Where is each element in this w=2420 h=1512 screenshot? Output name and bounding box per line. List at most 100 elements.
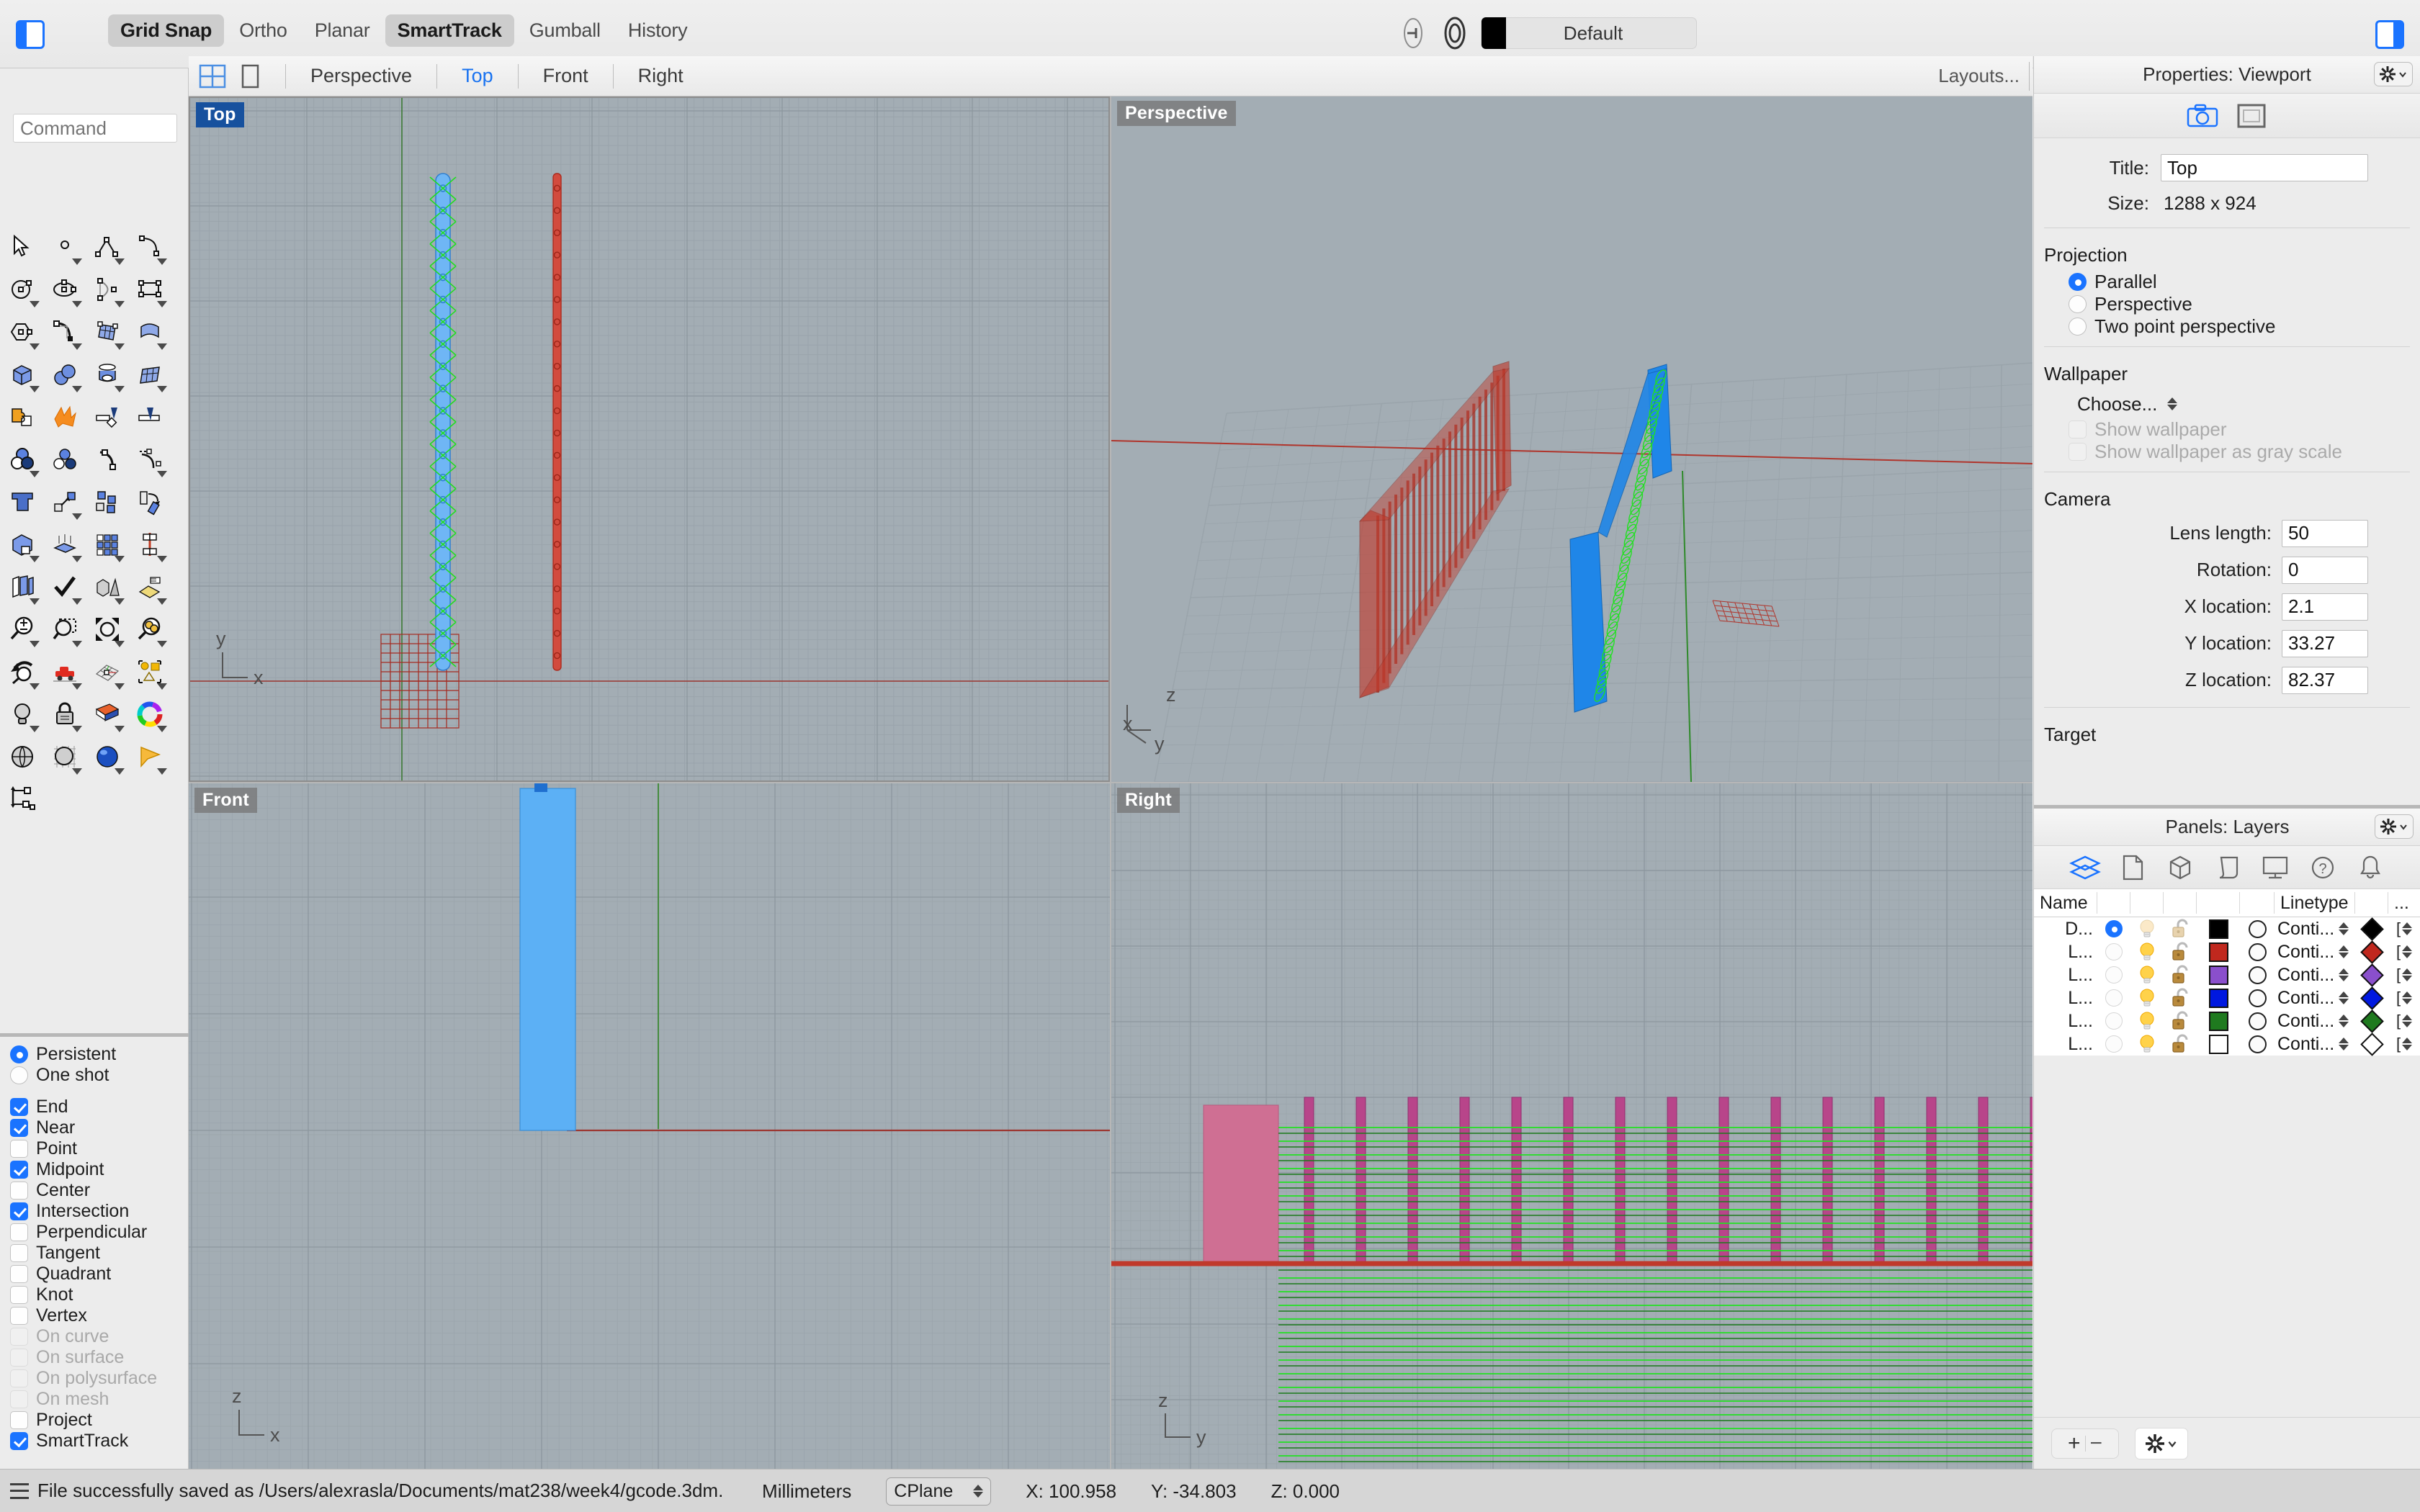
- viewport-tab-perspective[interactable]: Perspective: [299, 62, 424, 90]
- projection-parallel[interactable]: Parallel: [2034, 271, 2420, 293]
- lens-length-input[interactable]: 50: [2282, 519, 2368, 547]
- layer-row[interactable]: L... Conti... [: [2034, 986, 2420, 1010]
- zoom-extents-icon[interactable]: [86, 608, 127, 650]
- layer-name[interactable]: L...: [2034, 1009, 2097, 1032]
- z-location-input[interactable]: 82.37: [2282, 666, 2368, 694]
- chevron-updown-icon[interactable]: [2339, 1014, 2349, 1027]
- viewport-tab-top[interactable]: Top: [450, 62, 505, 90]
- dimension-icon[interactable]: [1, 778, 42, 820]
- layer-color-swatch[interactable]: [2197, 1009, 2240, 1032]
- layer-linetype[interactable]: Conti...: [2275, 986, 2355, 1009]
- sphere-tool-icon[interactable]: [44, 353, 85, 395]
- layer-material-swatch[interactable]: [2355, 986, 2388, 1010]
- radio-icon[interactable]: [2105, 1035, 2123, 1053]
- display-icon[interactable]: [2258, 852, 2293, 883]
- snap-item-intersection[interactable]: Intersection: [10, 1201, 189, 1222]
- column-print-color[interactable]: [2240, 892, 2275, 914]
- layer-name[interactable]: L...: [2034, 1032, 2097, 1056]
- projection-two-point[interactable]: Two point perspective: [2034, 315, 2420, 338]
- checkbox-icon[interactable]: [10, 1161, 28, 1179]
- checkbox-icon[interactable]: [10, 1265, 28, 1283]
- select-objects-icon[interactable]: [129, 650, 170, 693]
- layer-lock-toggle[interactable]: [2164, 1009, 2197, 1032]
- layer-material-swatch[interactable]: [2355, 1032, 2388, 1056]
- layer-material-swatch[interactable]: [2355, 1009, 2388, 1033]
- document-icon[interactable]: [2115, 852, 2150, 883]
- checkbox-icon[interactable]: [10, 1202, 28, 1220]
- shaded-view-icon[interactable]: [1, 735, 42, 778]
- arc-tool-icon[interactable]: [86, 268, 127, 310]
- notifications-bell-icon[interactable]: [2353, 852, 2388, 883]
- mirror-icon[interactable]: [129, 523, 170, 565]
- layer-linetype[interactable]: Conti...: [2275, 917, 2355, 940]
- layer-visibility-toggle[interactable]: [2130, 986, 2164, 1009]
- layer-color-swatch[interactable]: [1482, 17, 1506, 49]
- viewport-perspective[interactable]: Perspective z x y: [1111, 96, 2033, 782]
- explode-icon[interactable]: [44, 395, 85, 438]
- layer-linetype[interactable]: Conti...: [2275, 963, 2355, 986]
- column-more[interactable]: ...: [2388, 892, 2420, 914]
- snap-item-smarttrack[interactable]: SmartTrack: [10, 1431, 189, 1452]
- layer-linetype[interactable]: Conti...: [2275, 940, 2355, 963]
- layer-linetype[interactable]: Conti...: [2275, 1009, 2355, 1032]
- snap-item-knot[interactable]: Knot: [10, 1284, 189, 1305]
- layer-visibility-toggle[interactable]: [2130, 963, 2164, 986]
- radio-icon[interactable]: [2105, 1012, 2123, 1030]
- mode-history[interactable]: History: [616, 14, 700, 47]
- layer-print-color-swatch[interactable]: [2240, 1009, 2275, 1032]
- column-color[interactable]: [2197, 892, 2240, 914]
- checkbox-icon[interactable]: [10, 1411, 28, 1429]
- chevron-updown-icon[interactable]: [2402, 968, 2413, 981]
- box-tool-icon[interactable]: [1, 353, 42, 395]
- ghosted-view-icon[interactable]: [44, 735, 85, 778]
- cylinder-tool-icon[interactable]: [86, 353, 127, 395]
- shade-icon[interactable]: [86, 693, 127, 735]
- zoom-selected-icon[interactable]: [129, 608, 170, 650]
- layer-print-color-swatch[interactable]: [2240, 963, 2275, 986]
- layer-color-swatch[interactable]: [2197, 986, 2240, 1009]
- checkbox-icon[interactable]: [10, 1286, 28, 1304]
- polygon-tool-icon[interactable]: [1, 310, 42, 353]
- layer-color-swatch[interactable]: [2197, 1032, 2240, 1056]
- chevron-updown-icon[interactable]: [2402, 945, 2413, 958]
- snap-item-project[interactable]: Project: [10, 1410, 189, 1431]
- layer-visibility-toggle[interactable]: [2130, 1009, 2164, 1032]
- layer-row[interactable]: L... Conti... [: [2034, 940, 2420, 964]
- checkbox-icon[interactable]: [10, 1119, 28, 1137]
- ellipse-tool-icon[interactable]: [44, 268, 85, 310]
- zoom-window-icon[interactable]: [44, 608, 85, 650]
- analyze-solids-icon[interactable]: [86, 565, 127, 608]
- layer-current-toggle[interactable]: [2097, 963, 2130, 986]
- copy-icon[interactable]: [86, 480, 127, 523]
- light-icon[interactable]: [1, 693, 42, 735]
- paint-surface-icon[interactable]: [129, 565, 170, 608]
- viewport-frame-icon[interactable]: [2235, 102, 2268, 130]
- y-location-input[interactable]: 33.27: [2282, 629, 2368, 657]
- layer-lock-toggle[interactable]: [2164, 1032, 2197, 1056]
- mode-grid-snap[interactable]: Grid Snap: [108, 14, 225, 47]
- snap-mode-persistent[interactable]: Persistent: [10, 1044, 189, 1065]
- four-view-layout-icon[interactable]: [197, 61, 228, 91]
- zoom-icon[interactable]: [1, 608, 42, 650]
- layer-target-icon[interactable]: [1439, 16, 1471, 50]
- curve-edit-icon[interactable]: [86, 438, 127, 480]
- radio-icon[interactable]: [2069, 318, 2087, 336]
- extrude-solid-icon[interactable]: [1, 523, 42, 565]
- layer-more[interactable]: [: [2388, 963, 2420, 986]
- surface-from-curves-icon[interactable]: [86, 310, 127, 353]
- column-current[interactable]: [2097, 892, 2130, 914]
- layer-current-toggle[interactable]: [2097, 917, 2130, 940]
- layer-visibility-toggle[interactable]: [2130, 1032, 2164, 1056]
- extrude-surface-icon[interactable]: [44, 523, 85, 565]
- chevron-updown-icon[interactable]: [2339, 991, 2349, 1004]
- snap-item-midpoint[interactable]: Midpoint: [10, 1159, 189, 1180]
- layer-material-swatch[interactable]: [2355, 917, 2388, 941]
- array-icon[interactable]: [86, 523, 127, 565]
- layer-current-toggle[interactable]: [2097, 1032, 2130, 1056]
- checkbox-icon[interactable]: [10, 1140, 28, 1158]
- layers-settings-button[interactable]: [2135, 1427, 2188, 1459]
- menu-icon[interactable]: [10, 1482, 29, 1499]
- chevron-updown-icon[interactable]: [2402, 922, 2413, 935]
- chevron-updown-icon[interactable]: [2339, 922, 2349, 935]
- projection-perspective[interactable]: Perspective: [2034, 293, 2420, 315]
